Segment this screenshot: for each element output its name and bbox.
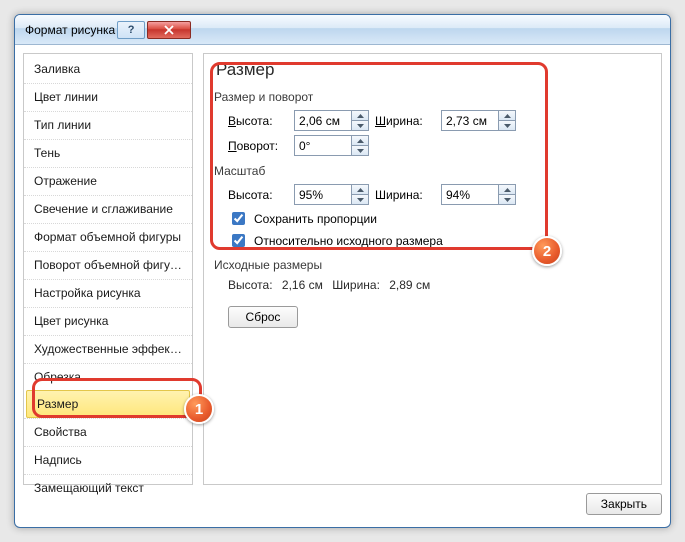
spin-up-icon[interactable] [499,111,515,120]
spin-up-icon[interactable] [499,185,515,194]
category-sidebar: Заливка Цвет линии Тип линии Тень Отраже… [23,53,193,485]
orig-width-value: 2,89 см [389,278,430,292]
sidebar-item-properties[interactable]: Свойства [24,418,192,446]
sidebar-item-crop[interactable]: Обрезка [24,363,192,391]
sidebar-item-line-color[interactable]: Цвет линии [24,83,192,111]
window-close-button[interactable] [147,21,191,39]
spin-down-icon[interactable] [499,120,515,130]
orig-height-label: Высота: [228,278,273,292]
close-icon [164,25,174,35]
group-scale: Масштаб Высота: Ширина: Сохранить пр [214,164,651,250]
group-original: Исходные размеры Высота: 2,16 см Ширина:… [214,258,651,328]
sidebar-item-textbox[interactable]: Надпись [24,446,192,474]
spin-down-icon[interactable] [352,194,368,204]
spin-down-icon[interactable] [352,145,368,155]
close-button[interactable]: Закрыть [586,493,662,515]
scale-width-spinner[interactable] [441,184,516,205]
rotate-spinner[interactable] [294,135,369,156]
sidebar-item-3d-rotation[interactable]: Поворот объемной фигуры [24,251,192,279]
dialog-window: Формат рисунка ? Заливка Цвет линии Тип … [14,14,671,528]
titlebar: Формат рисунка ? [15,15,670,45]
orig-height-value: 2,16 см [282,278,323,292]
scale-height-input[interactable] [295,185,351,204]
width-spinner[interactable] [441,110,516,131]
rotate-label: Поворот: [228,139,288,153]
lock-aspect-label: Сохранить пропорции [254,212,377,226]
sidebar-item-picture-corrections[interactable]: Настройка рисунка [24,279,192,307]
scale-height-label: Высота: [228,188,288,202]
orig-width-label: Ширина: [332,278,380,292]
reset-button[interactable]: Сброс [228,306,298,328]
sidebar-item-reflection[interactable]: Отражение [24,167,192,195]
lock-aspect-checkbox[interactable] [232,212,245,225]
scale-height-spinner[interactable] [294,184,369,205]
sidebar-item-3d-format[interactable]: Формат объемной фигуры [24,223,192,251]
spin-down-icon[interactable] [352,120,368,130]
spin-up-icon[interactable] [352,111,368,120]
group-size-rotate: Размер и поворот Высота: Ширина: Поворот… [214,90,651,156]
group-title-size-rotate: Размер и поворот [214,90,651,104]
relative-original-label: Относительно исходного размера [254,234,443,248]
sidebar-item-line-type[interactable]: Тип линии [24,111,192,139]
content-panel: Размер Размер и поворот Высота: Ширина: [203,53,662,485]
height-spinner[interactable] [294,110,369,131]
group-title-scale: Масштаб [214,164,651,178]
height-input[interactable] [295,111,351,130]
relative-original-checkbox[interactable] [232,234,245,247]
sidebar-item-picture-color[interactable]: Цвет рисунка [24,307,192,335]
help-button[interactable]: ? [117,21,145,39]
original-size-row: Высота: 2,16 см Ширина: 2,89 см [228,278,651,292]
scale-width-label: Ширина: [375,188,435,202]
width-label: Ширина: [375,114,435,128]
scale-width-input[interactable] [442,185,498,204]
spin-up-icon[interactable] [352,185,368,194]
dialog-footer: Закрыть [23,489,662,519]
window-title: Формат рисунка [25,23,115,37]
sidebar-item-size[interactable]: Размер [26,390,190,418]
sidebar-item-shadow[interactable]: Тень [24,139,192,167]
width-input[interactable] [442,111,498,130]
sidebar-item-artistic-effects[interactable]: Художественные эффекты [24,335,192,363]
group-title-original: Исходные размеры [214,258,651,272]
sidebar-item-fill[interactable]: Заливка [24,56,192,83]
spin-up-icon[interactable] [352,136,368,145]
spin-down-icon[interactable] [499,194,515,204]
height-label: Высота: [228,114,288,128]
rotate-input[interactable] [295,136,351,155]
sidebar-item-glow[interactable]: Свечение и сглаживание [24,195,192,223]
page-heading: Размер [216,60,651,80]
